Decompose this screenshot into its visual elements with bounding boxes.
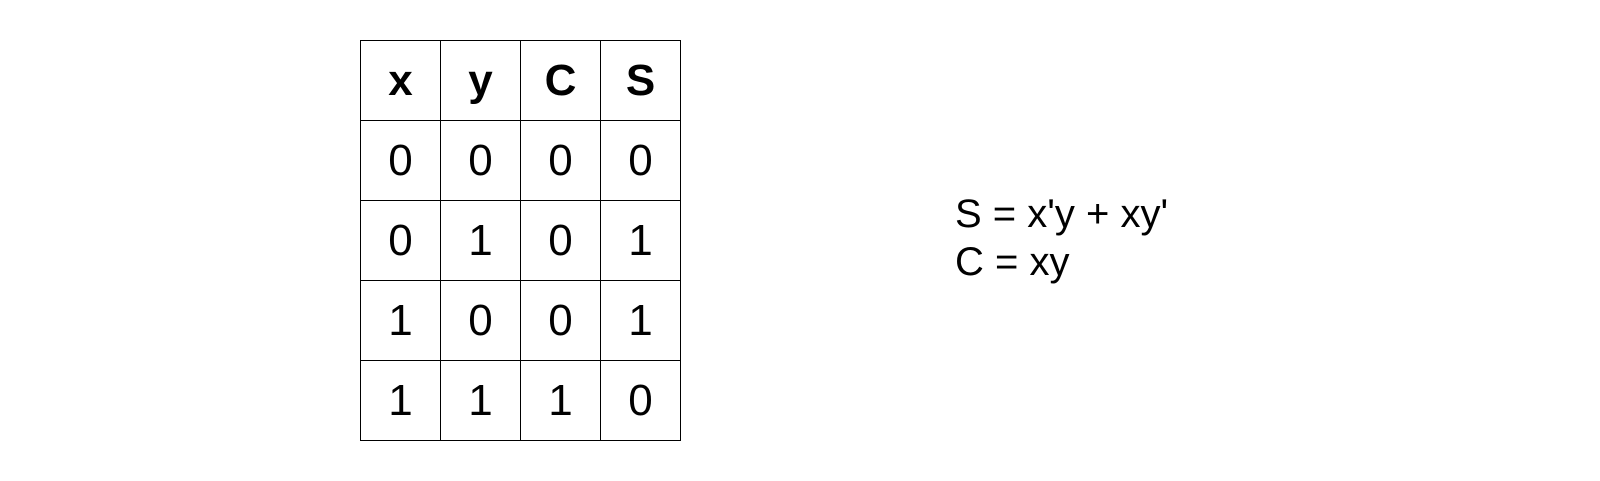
cell-x: 0: [360, 200, 441, 281]
cell-c: 1: [520, 360, 601, 441]
header-x: x: [360, 40, 441, 121]
truth-table-body: 0 0 0 0 0 1 0 1 1 0 0 1 1 1 1 0: [360, 120, 681, 441]
table-row: 1 1 1 0: [360, 360, 681, 441]
table-row: 0 0 0 0: [360, 120, 681, 201]
cell-y: 0: [440, 120, 521, 201]
boolean-equations: S = x'y + xy' C = xy: [955, 190, 1168, 286]
cell-x: 0: [360, 120, 441, 201]
table-row: 0 1 0 1: [360, 200, 681, 281]
table-row: 1 0 0 1: [360, 280, 681, 361]
header-y: y: [440, 40, 521, 121]
cell-s: 1: [600, 200, 681, 281]
cell-y: 1: [440, 360, 521, 441]
cell-y: 1: [440, 200, 521, 281]
header-s: S: [600, 40, 681, 121]
cell-c: 0: [520, 200, 601, 281]
cell-c: 0: [520, 280, 601, 361]
cell-s: 1: [600, 280, 681, 361]
sum-equation: S = x'y + xy': [955, 192, 1169, 236]
cell-c: 0: [520, 120, 601, 201]
header-row: x y C S: [360, 40, 681, 121]
cell-x: 1: [360, 360, 441, 441]
cell-y: 0: [440, 280, 521, 361]
cell-s: 0: [600, 120, 681, 201]
truth-table-header: x y C S: [360, 40, 681, 121]
carry-equation: C = xy: [955, 240, 1070, 284]
cell-s: 0: [600, 360, 681, 441]
header-c: C: [520, 40, 601, 121]
cell-x: 1: [360, 280, 441, 361]
truth-table: x y C S 0 0 0 0 0 1 0 1 1 0 0 1 1 1 1 0: [360, 40, 681, 441]
